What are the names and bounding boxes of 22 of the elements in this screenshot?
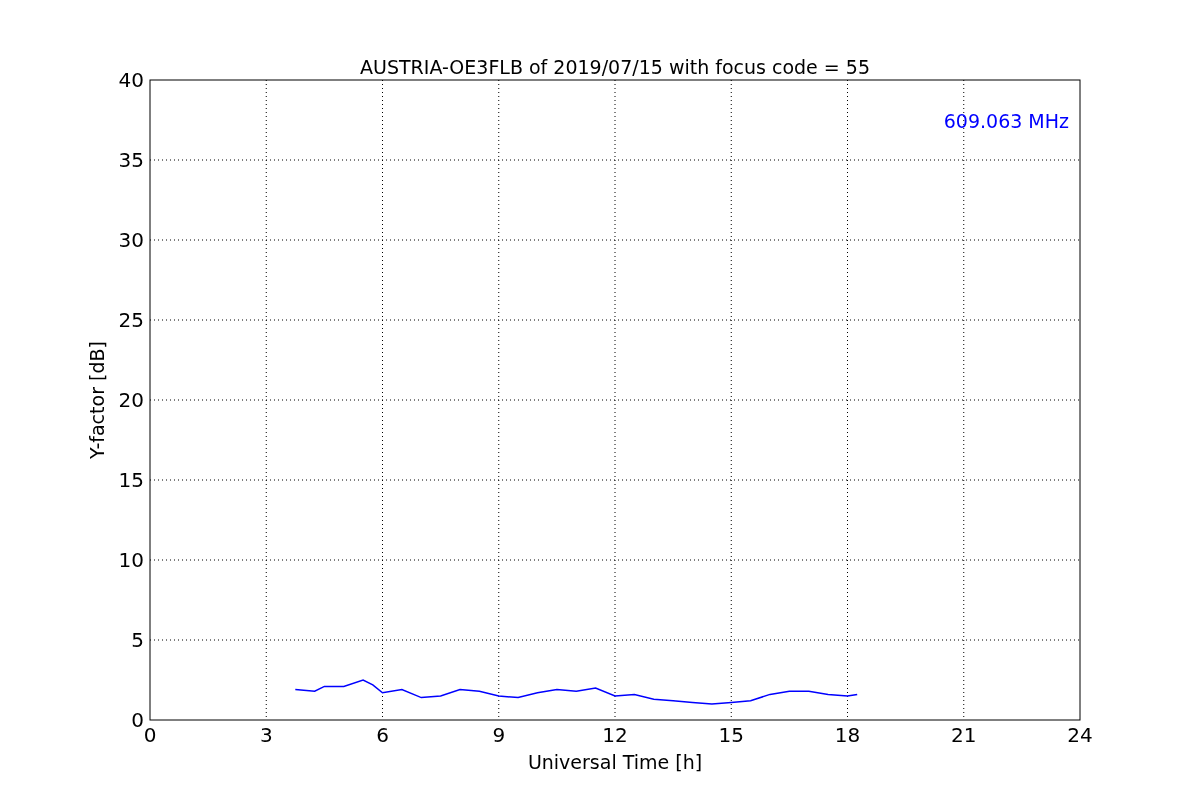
tick-label: 10 <box>118 548 144 572</box>
chart-title: AUSTRIA-OE3FLB of 2019/07/15 with focus code = 55 <box>360 56 870 78</box>
tick-label: 25 <box>118 308 144 332</box>
tick-label: 40 <box>118 68 144 92</box>
tick-label: 3 <box>259 723 273 747</box>
tick-label: 0 <box>131 708 144 732</box>
tick-label: 0 <box>143 723 157 747</box>
series-label: 609.063 MHz <box>943 110 1069 132</box>
tick-label: 20 <box>118 388 144 412</box>
axis-label: Y-factor [dB] <box>86 341 108 459</box>
tick-label: 21 <box>951 723 977 747</box>
tick-label: 30 <box>118 228 144 252</box>
tick-label: 5 <box>131 628 144 652</box>
tick-label: 35 <box>118 148 144 172</box>
tick-label: 18 <box>834 723 861 747</box>
tick-label: 6 <box>376 723 389 747</box>
tick-label: 9 <box>492 723 506 747</box>
tick-label: 24 <box>1067 723 1093 747</box>
tick-label: 15 <box>118 468 144 492</box>
tick-label: 15 <box>718 723 744 747</box>
axis-label: Universal Time [h] <box>527 751 703 773</box>
tick-label: 12 <box>602 723 628 747</box>
